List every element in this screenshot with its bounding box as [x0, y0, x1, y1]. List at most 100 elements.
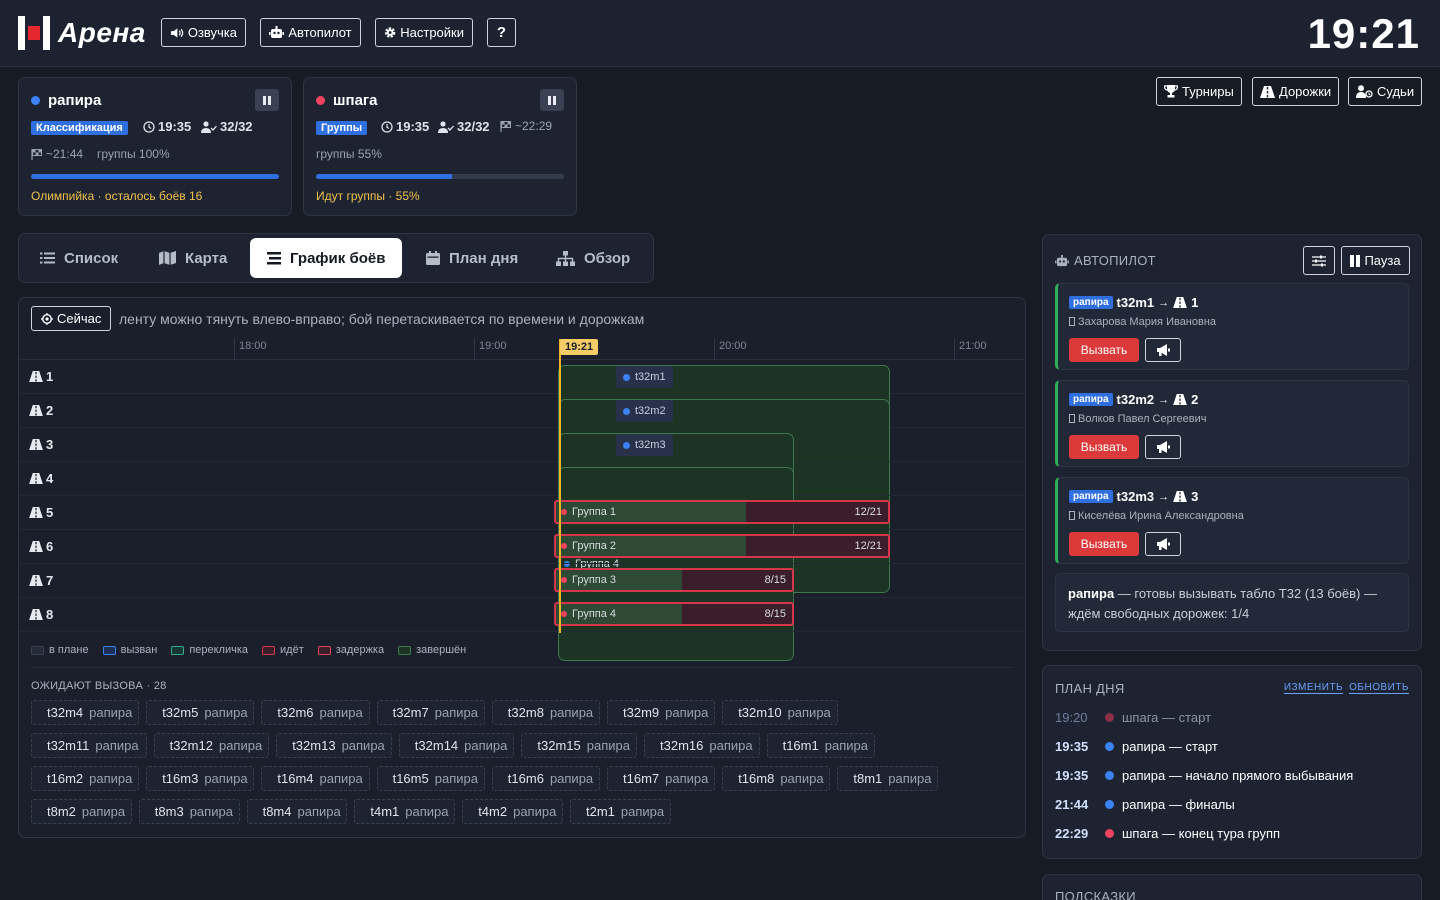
waiting-bout-chip[interactable]: t16m2 рапира	[31, 766, 140, 791]
lane-row[interactable]: 7 Группа 3 8/15	[19, 564, 1025, 598]
lane-icon	[29, 541, 43, 552]
waiting-bout-chip[interactable]: t8m3 рапира	[138, 799, 240, 824]
referees-button[interactable]: Судьи	[1348, 77, 1423, 106]
waiting-bout-chip[interactable]: t16m4 рапира	[261, 766, 370, 791]
refresh-plan-link[interactable]: ОБНОВИТЬ	[1349, 682, 1409, 694]
call-bout-button[interactable]: Вызвать	[1069, 435, 1139, 459]
lane-row[interactable]: 6 Группа 2 12/21	[19, 530, 1025, 564]
waiting-bout-chip[interactable]: t8m1 рапира	[837, 766, 939, 791]
bout-event: рапира	[319, 771, 363, 786]
called-bout-chip[interactable]: t32m1	[616, 366, 673, 388]
waiting-bout-chip[interactable]: t16m6 рапира	[491, 766, 600, 791]
bout-id: t32m10	[738, 705, 782, 720]
waiting-bout-chip[interactable]: t32m5 рапира	[146, 700, 255, 725]
lane-label: 6	[29, 539, 53, 554]
event-summary: группы 55%	[316, 147, 382, 161]
call-bout-button[interactable]: Вызвать	[1069, 338, 1139, 362]
bout-id: t16m2	[47, 771, 84, 786]
lane-row[interactable]: 5 Группа 1 12/21	[19, 496, 1025, 530]
waiting-bout-chip[interactable]: t2m1 рапира	[570, 799, 671, 824]
waiting-bout-chip[interactable]: t32m12 рапира	[153, 733, 270, 758]
bout-id: t32m13	[292, 738, 336, 753]
tab-list[interactable]: Список	[40, 238, 118, 278]
running-group-block[interactable]: Группа 3 8/15	[554, 568, 794, 592]
referee-text: Захарова Мария Ивановна	[1078, 316, 1217, 328]
autopilot-button[interactable]: Автопилот	[260, 18, 361, 47]
bout-event: рапира	[95, 738, 139, 753]
waiting-bout-chip[interactable]: t4m2 рапира	[462, 799, 563, 824]
waiting-bout-chip[interactable]: t8m2 рапира	[31, 799, 132, 824]
help-button[interactable]: ?	[487, 18, 516, 47]
event-fencers: 32/32	[438, 119, 490, 134]
now-button[interactable]: Сейчас	[31, 306, 112, 331]
announce-button[interactable]	[1145, 338, 1181, 362]
voice-button[interactable]: Озвучка	[161, 18, 246, 47]
tab-overview[interactable]: Обзор	[556, 238, 630, 278]
running-group-block[interactable]: Группа 1 12/21	[554, 500, 890, 524]
event-start: 19:35	[381, 119, 429, 134]
megaphone-icon	[1157, 344, 1170, 356]
waiting-bout-chip[interactable]: t32m4 рапира	[31, 700, 140, 725]
group-block-label: Группа 1	[561, 502, 616, 522]
gear-icon	[384, 27, 396, 38]
tournaments-button[interactable]: Турниры	[1156, 77, 1242, 106]
lane-icon	[29, 575, 43, 586]
speaker-icon	[170, 27, 184, 38]
lane-icon	[29, 439, 43, 450]
waiting-bout-chip[interactable]: t4m1 рапира	[354, 799, 456, 824]
waiting-bout-chip[interactable]: t32m13 рапира	[276, 733, 392, 758]
bout-event: рапира	[319, 705, 363, 720]
tab-day-plan[interactable]: План дня	[426, 238, 518, 278]
announce-button[interactable]	[1145, 532, 1181, 556]
lane-row[interactable]: 2 Группа 2 t32m2	[19, 394, 1025, 593]
waiting-bout-chip[interactable]: t16m7 рапира	[607, 766, 716, 791]
waiting-bout-chip[interactable]: t16m3 рапира	[146, 766, 255, 791]
waiting-bout-chip[interactable]: t32m11 рапира	[31, 733, 147, 758]
settings-button[interactable]: Настройки	[375, 18, 473, 47]
event-finish: ~22:29	[500, 119, 552, 133]
waiting-bout-chip[interactable]: t32m14 рапира	[398, 733, 515, 758]
call-bout-button[interactable]: Вызвать	[1069, 532, 1139, 556]
called-bout-chip[interactable]: t32m2	[616, 400, 673, 422]
waiting-bout-chip[interactable]: t32m7 рапира	[376, 700, 485, 725]
waiting-bout-chip[interactable]: t32m10 рапира	[722, 700, 838, 725]
lanes-button[interactable]: Дорожки	[1252, 77, 1340, 106]
lane-number: 5	[46, 505, 54, 520]
waiting-bout-chip[interactable]: t16m1 рапира	[766, 733, 875, 758]
waiting-bout-chip[interactable]: t32m6 рапира	[261, 700, 370, 725]
event-card-rapier[interactable]: рапира Классификация 19:35 32/32 ~21:44 г…	[18, 77, 292, 216]
running-group-block[interactable]: Группа 4 8/15	[554, 602, 794, 626]
waiting-bout-chip[interactable]: t16m8 рапира	[722, 766, 831, 791]
time-axis[interactable]: 18:00 19:00 20:00 21:00	[19, 338, 1025, 360]
waiting-bout-chip[interactable]: t16m5 рапира	[376, 766, 485, 791]
lane-row[interactable]: 1 Группа 1 t32m1	[19, 360, 1025, 559]
tab-map[interactable]: Карта	[159, 238, 227, 278]
autopilot-pause-button[interactable]: Пауза	[1341, 246, 1410, 275]
lane-number: 8	[46, 607, 54, 622]
waiting-bout-chip[interactable]: t8m4 рапира	[246, 799, 348, 824]
bout-event: рапира	[81, 804, 126, 819]
lane-row[interactable]: 4 Группа 4	[19, 462, 1025, 661]
bout-id: t16m5	[392, 771, 429, 786]
bout-id: t32m1	[635, 371, 666, 383]
running-group-block[interactable]: Группа 2 12/21	[554, 534, 890, 558]
announce-button[interactable]	[1145, 435, 1181, 459]
day-plan-item: 21:44 рапира — финалы	[1055, 797, 1235, 812]
lane-row[interactable]: 3 Группа 3 t32m3	[19, 428, 1025, 627]
event-pause-button[interactable]	[540, 89, 564, 111]
bout-event: рапира	[89, 705, 133, 720]
event-pause-button[interactable]	[255, 89, 279, 111]
lane-number: 2	[1191, 392, 1199, 407]
legend-swatch	[102, 645, 116, 655]
autopilot-settings-button[interactable]	[1303, 246, 1335, 275]
tab-schedule[interactable]: График боёв	[250, 238, 403, 278]
edit-plan-link[interactable]: ИЗМЕНИТЬ	[1283, 682, 1344, 694]
trophy-icon	[1164, 85, 1178, 98]
called-bout-chip[interactable]: t32m3	[616, 434, 673, 456]
waiting-bout-chip[interactable]: t32m8 рапира	[491, 700, 600, 725]
lane-row[interactable]: 8 Группа 4 8/15	[19, 598, 1025, 632]
waiting-bout-chip[interactable]: t32m15 рапира	[521, 733, 637, 758]
waiting-bout-chip[interactable]: t32m9 рапира	[607, 700, 716, 725]
event-card-epee[interactable]: шпага Группы 19:35 32/32 ~22:29 группы 5…	[303, 77, 577, 216]
waiting-bout-chip[interactable]: t32m16 рапира	[644, 733, 760, 758]
